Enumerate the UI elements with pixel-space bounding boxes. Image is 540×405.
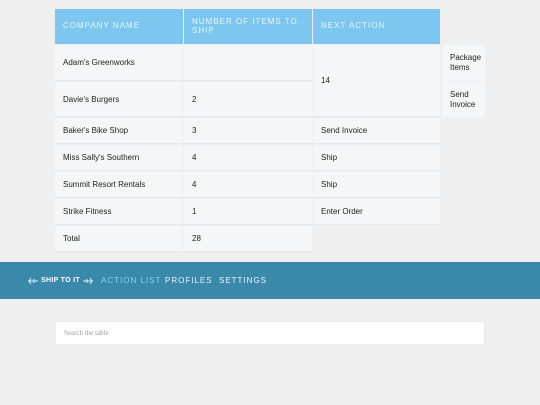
total-value: 28 xyxy=(184,226,312,252)
header-items-to-ship: Number of Items to Ship xyxy=(184,9,312,44)
table-row-items: 1 xyxy=(184,199,312,225)
side-cell-send-invoice[interactable]: Send Invoice xyxy=(442,82,485,117)
table-row-items xyxy=(184,45,312,81)
anchor-left-icon xyxy=(28,277,38,285)
anchor-right-icon xyxy=(82,277,93,285)
table-row-action[interactable]: Enter Order xyxy=(313,199,440,225)
table-row-company: Summit Resort Rentals xyxy=(55,172,183,198)
search-input[interactable] xyxy=(55,321,485,345)
header-next-action: Next Action xyxy=(313,9,440,44)
table-row-items: 2 xyxy=(184,82,312,117)
app-logo[interactable]: SHIP TO IT xyxy=(28,262,93,299)
nav-link-profiles[interactable]: Profiles xyxy=(165,262,213,299)
table-row-action[interactable]: Ship xyxy=(313,172,440,198)
top-navbar: SHIP TO IT Action List Profiles Settings xyxy=(0,262,540,299)
table-row-action[interactable]: Send Invoice xyxy=(313,118,440,144)
table-row-items: 3 xyxy=(184,118,312,144)
nav-link-settings[interactable]: Settings xyxy=(219,262,267,299)
table-row-company: Baker's Bike Shop xyxy=(55,118,183,144)
table-row-company: Strike Fitness xyxy=(55,199,183,225)
logo-text: SHIP TO IT xyxy=(41,277,80,284)
table-row-company: Adam's Greenworks xyxy=(55,45,183,81)
side-cell-package-items[interactable]: Package Items xyxy=(442,45,485,81)
merged-items-cell: 14 xyxy=(313,45,440,117)
total-label: Total xyxy=(55,226,183,252)
table-row-action[interactable]: Ship xyxy=(313,145,440,171)
table-row-company: Davie's Burgers xyxy=(55,82,183,117)
nav-link-action-list[interactable]: Action List xyxy=(101,262,161,299)
header-company-name: Company Name xyxy=(55,9,183,44)
shipping-table: Company Name Number of Items to Ship Nex… xyxy=(0,0,540,260)
table-row-items: 4 xyxy=(184,172,312,198)
table-row-company: Miss Sally's Southern xyxy=(55,145,183,171)
table-row-items: 4 xyxy=(184,145,312,171)
